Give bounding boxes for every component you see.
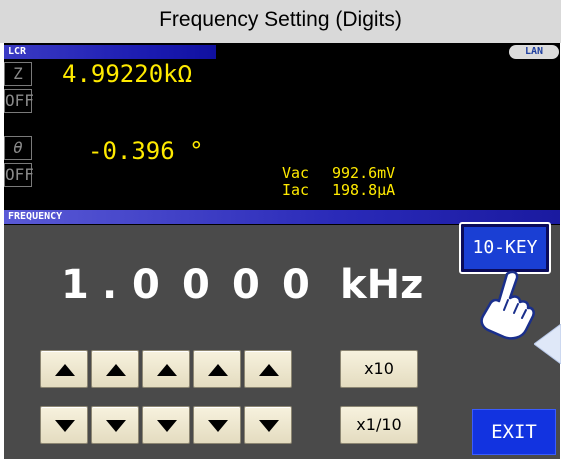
param-button-off-2[interactable]: OFF	[4, 163, 34, 187]
vac-value: 992.6mV	[332, 164, 396, 182]
frequency-digit-5: 0	[282, 262, 310, 308]
frequency-unit: kHz	[340, 262, 424, 308]
frequency-digit-4: 0	[232, 262, 260, 308]
arrow-up-icon	[55, 364, 75, 376]
digit-3-down-button[interactable]	[142, 406, 190, 444]
arrow-up-icon	[259, 364, 279, 376]
tenkey-button[interactable]: 10-KEY	[459, 222, 551, 274]
param-button-z[interactable]: Z	[4, 62, 32, 86]
digit-4-up-button[interactable]	[193, 350, 241, 388]
param-button-off-1[interactable]: OFF	[4, 89, 34, 113]
digit-1-down-button[interactable]	[40, 406, 88, 444]
arrow-up-icon	[157, 364, 177, 376]
lcr-header: LCR	[4, 45, 216, 59]
iac-value: 198.8μA	[332, 181, 396, 199]
digit-4-down-button[interactable]	[193, 406, 241, 444]
arrow-down-icon	[208, 420, 228, 432]
tenkey-label: 10-KEY	[464, 227, 546, 269]
pointer-triangle-icon	[534, 324, 561, 364]
iac-label: Iac	[282, 181, 310, 199]
arrow-down-icon	[157, 420, 177, 432]
digit-3-up-button[interactable]	[142, 350, 190, 388]
decimal-point: .	[102, 262, 118, 308]
window-title: Frequency Setting (Digits)	[0, 0, 561, 43]
digit-1-up-button[interactable]	[40, 350, 88, 388]
app-root: Frequency Setting (Digits) LCR LAN Z OFF…	[0, 0, 561, 459]
digit-2-up-button[interactable]	[91, 350, 139, 388]
divide-x1-10-button[interactable]: x1/10	[340, 406, 418, 444]
primary-value: 4.99220kΩ	[62, 60, 193, 88]
param-button-theta[interactable]: θ	[4, 136, 32, 160]
digit-5-up-button[interactable]	[244, 350, 292, 388]
arrow-up-icon	[106, 364, 126, 376]
digit-5-down-button[interactable]	[244, 406, 292, 444]
arrow-down-icon	[55, 420, 75, 432]
lan-badge: LAN	[509, 45, 559, 59]
multiply-x10-button[interactable]: x10	[340, 350, 418, 388]
exit-button[interactable]: EXIT	[472, 409, 556, 455]
frequency-digit-3: 0	[182, 262, 210, 308]
secondary-value: -0.396 °	[88, 137, 204, 165]
arrow-up-icon	[208, 364, 228, 376]
instrument-screen: LCR LAN Z OFF θ OFF 4.99220kΩ -0.396 ° V…	[4, 43, 560, 459]
arrow-down-icon	[106, 420, 126, 432]
pointing-hand-icon	[480, 270, 535, 340]
vac-label: Vac	[282, 164, 310, 182]
arrow-down-icon	[259, 420, 279, 432]
frequency-digit-2: 0	[132, 262, 160, 308]
digit-2-down-button[interactable]	[91, 406, 139, 444]
frequency-digit-1: 1	[61, 262, 89, 308]
